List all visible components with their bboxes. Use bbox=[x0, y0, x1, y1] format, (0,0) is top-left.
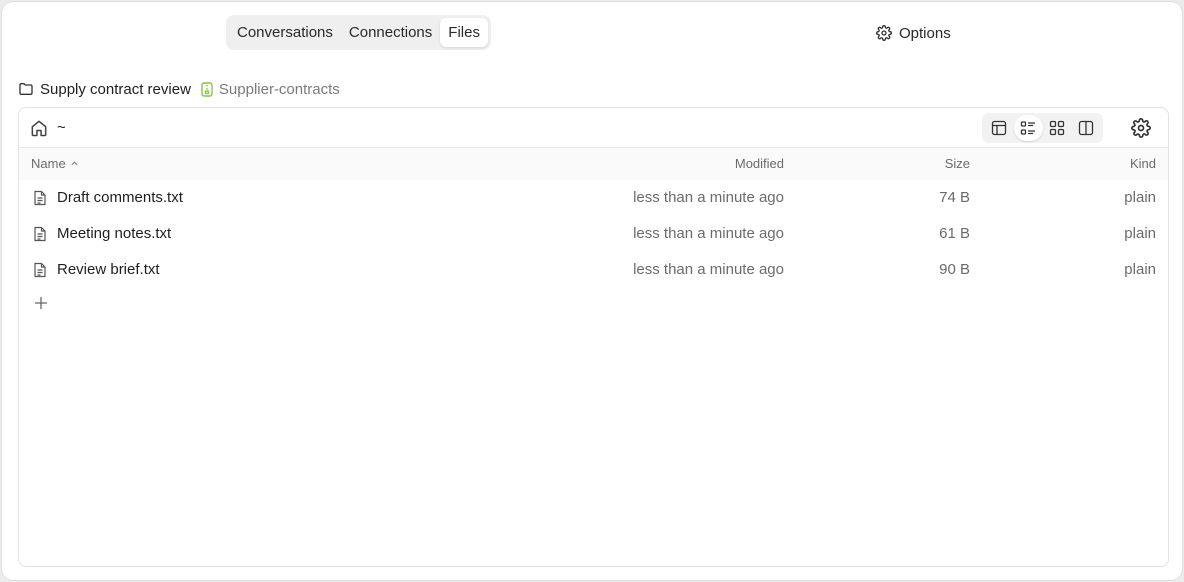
text-file-icon bbox=[34, 190, 46, 206]
options-label: Options bbox=[899, 24, 951, 42]
file-modified: less than a minute ago bbox=[633, 261, 784, 278]
options-button[interactable]: Options bbox=[876, 22, 951, 44]
text-file-icon bbox=[34, 226, 46, 242]
list-view-icon bbox=[1020, 121, 1036, 135]
settings-gear-icon[interactable] bbox=[1131, 118, 1151, 138]
column-kind-header[interactable]: Kind bbox=[1130, 156, 1156, 171]
file-size: 90 B bbox=[939, 261, 970, 278]
table-row[interactable]: Meeting notes.txt less than a minute ago… bbox=[19, 216, 1168, 252]
split-view-icon bbox=[1078, 120, 1093, 136]
tab-conversations[interactable]: Conversations bbox=[229, 18, 341, 47]
grid-view-button[interactable] bbox=[1043, 115, 1072, 141]
file-kind: plain bbox=[1124, 261, 1156, 278]
table-row[interactable]: Review brief.txt less than a minute ago … bbox=[19, 252, 1168, 288]
file-size: 74 B bbox=[939, 189, 970, 206]
text-file-icon bbox=[34, 262, 46, 278]
file-browser: ~ Name Modified Size Kind Draft comments… bbox=[18, 107, 1169, 567]
breadcrumb: Supply contract review Supplier-contract… bbox=[18, 78, 340, 100]
grid-view-icon bbox=[1049, 120, 1065, 136]
breadcrumb-folder[interactable]: Supplier-contracts bbox=[201, 81, 340, 98]
folder-name: Supplier-contracts bbox=[218, 80, 340, 98]
current-path: ~ bbox=[57, 119, 66, 136]
tab-bar: Conversations Connections Files bbox=[226, 15, 491, 50]
file-kind: plain bbox=[1124, 189, 1156, 206]
tab-connections[interactable]: Connections bbox=[341, 18, 440, 47]
view-switcher bbox=[982, 113, 1103, 143]
file-size: 61 B bbox=[939, 225, 970, 242]
file-name: Review brief.txt bbox=[57, 261, 160, 278]
column-name-label: Name bbox=[31, 156, 66, 171]
project-name: Supply contract review bbox=[40, 80, 191, 98]
tab-files[interactable]: Files bbox=[440, 18, 488, 47]
table-row[interactable]: Draft comments.txt less than a minute ag… bbox=[19, 180, 1168, 216]
file-kind: plain bbox=[1124, 225, 1156, 242]
column-size-header[interactable]: Size bbox=[945, 156, 970, 171]
app-window: Conversations Connections Files Options … bbox=[1, 1, 1183, 581]
file-name: Meeting notes.txt bbox=[57, 225, 172, 242]
sort-ascending-icon bbox=[71, 161, 78, 166]
column-modified-header[interactable]: Modified bbox=[735, 156, 784, 171]
archive-file-icon bbox=[201, 81, 213, 97]
table-view-icon bbox=[992, 120, 1007, 136]
file-name: Draft comments.txt bbox=[57, 189, 183, 206]
list-view-button[interactable] bbox=[1013, 115, 1043, 141]
file-modified: less than a minute ago bbox=[633, 189, 784, 206]
add-file-icon[interactable] bbox=[33, 295, 49, 311]
gear-icon bbox=[876, 25, 892, 41]
folder-icon bbox=[19, 83, 33, 95]
column-name-header[interactable]: Name bbox=[31, 156, 79, 171]
file-toolbar: ~ bbox=[19, 108, 1168, 148]
breadcrumb-project[interactable]: Supply contract review bbox=[18, 81, 191, 98]
split-view-button[interactable] bbox=[1071, 115, 1100, 141]
file-modified: less than a minute ago bbox=[633, 225, 784, 242]
home-icon[interactable] bbox=[29, 118, 49, 138]
table-header: Name Modified Size Kind bbox=[19, 148, 1168, 180]
table-view-button[interactable] bbox=[985, 115, 1014, 141]
